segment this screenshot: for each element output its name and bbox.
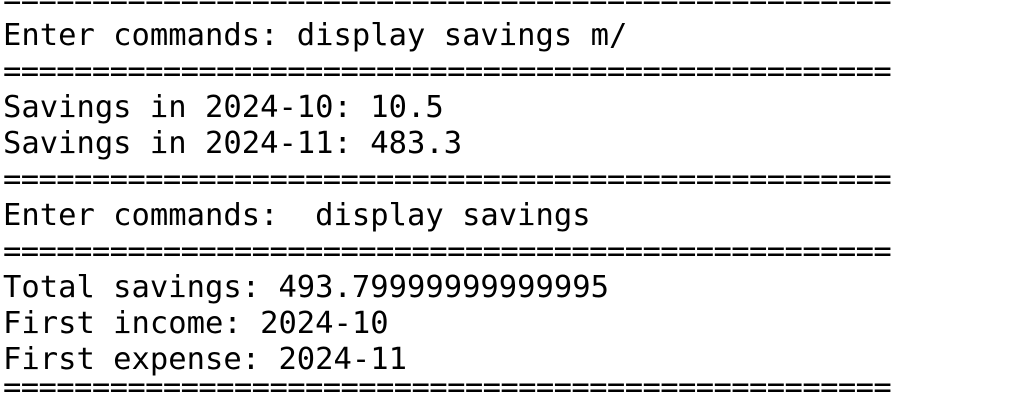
command-prompt-line: Enter commands: display savings <box>3 198 591 233</box>
separator-line: ========================================… <box>3 234 892 269</box>
output-line: Savings in 2024-10: 10.5 <box>3 90 444 125</box>
separator-line: ========================================… <box>3 0 892 18</box>
separator-line: ========================================… <box>3 54 892 89</box>
terminal-window: ========================================… <box>0 0 1034 404</box>
output-line: Savings in 2024-11: 483.3 <box>3 126 463 161</box>
output-line: Total savings: 493.79999999999995 <box>3 270 609 305</box>
separator-line: ========================================… <box>3 370 892 404</box>
output-line: First income: 2024-10 <box>3 306 389 341</box>
separator-line: ========================================… <box>3 162 892 197</box>
command-prompt-line: Enter commands: display savings m/ <box>3 18 628 53</box>
